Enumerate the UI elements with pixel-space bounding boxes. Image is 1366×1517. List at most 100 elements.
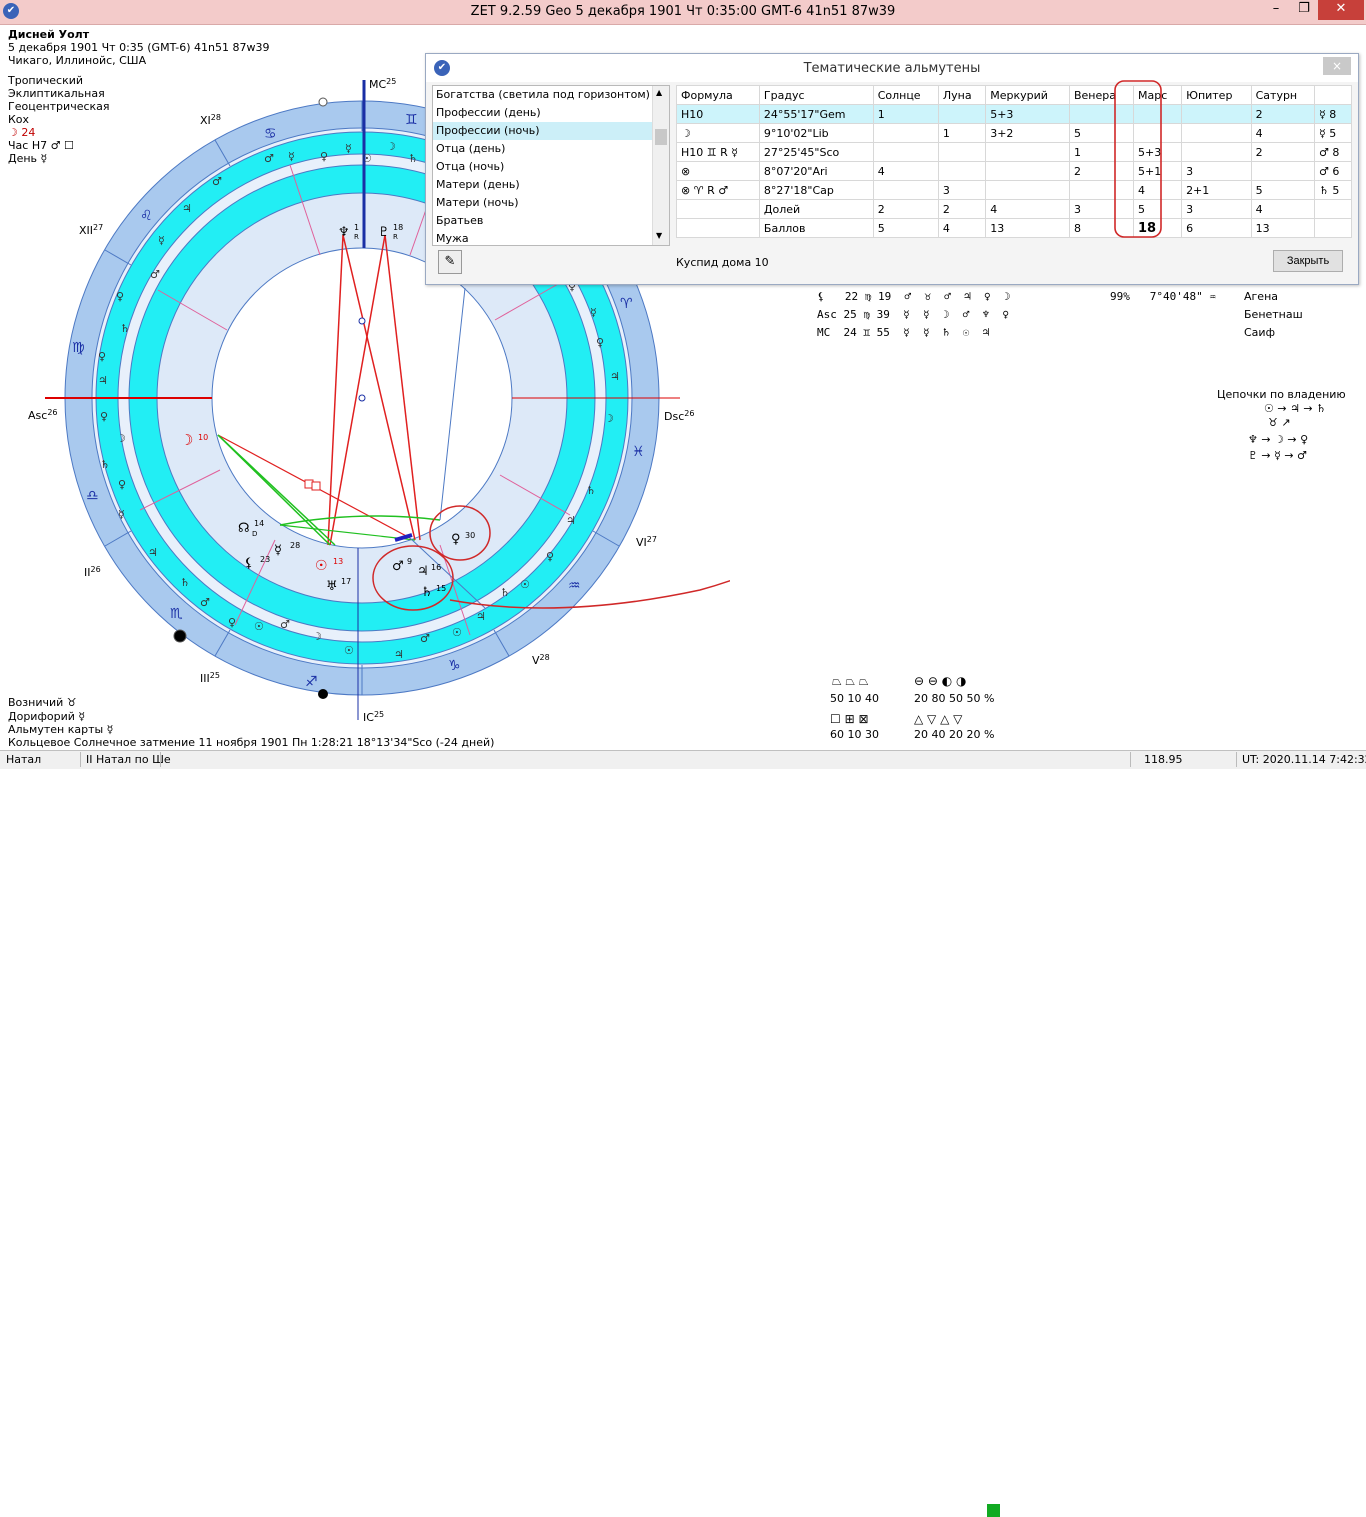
svg-text:☽: ☽ xyxy=(180,431,193,449)
svg-text:♈: ♈ xyxy=(620,296,633,312)
table-row[interactable]: ☽ 9°10'02"Lib 1 3+2 5 4 ☿ 5 xyxy=(676,123,1352,143)
dialog-status: Куспид дома 10 xyxy=(676,256,769,269)
svg-text:♃: ♃ xyxy=(148,546,158,559)
svg-text:♄: ♄ xyxy=(100,458,110,471)
list-item[interactable]: Мужа xyxy=(433,230,669,245)
svg-text:XI28: XI28 xyxy=(200,113,221,127)
svg-text:13: 13 xyxy=(333,557,343,566)
svg-text:9: 9 xyxy=(407,557,412,566)
close-dialog-button[interactable]: Закрыть xyxy=(1273,250,1343,272)
scroll-down-icon[interactable]: ▼ xyxy=(656,231,662,240)
list-item[interactable]: Матери (ночь) xyxy=(433,194,669,212)
svg-text:V28: V28 xyxy=(532,653,550,667)
svg-text:♄: ♄ xyxy=(586,484,596,497)
svg-text:♀: ♀ xyxy=(451,532,461,547)
svg-text:☉: ☉ xyxy=(315,558,328,574)
svg-text:♀: ♀ xyxy=(228,616,236,629)
cell xyxy=(1250,161,1316,181)
tools-icon[interactable]: ✎ xyxy=(438,250,462,274)
svg-text:IC25: IC25 xyxy=(363,710,384,724)
cell xyxy=(872,142,939,162)
svg-text:R: R xyxy=(354,233,359,241)
cell: 3+2 xyxy=(985,123,1070,143)
col-header: Градус xyxy=(758,85,874,105)
eclipse-info: Кольцевое Солнечное затмение 11 ноября 1… xyxy=(8,736,495,749)
dialog-close-icon[interactable]: × xyxy=(1323,57,1351,75)
svg-text:♒: ♒ xyxy=(568,578,581,594)
minimize-button[interactable]: – xyxy=(1262,0,1290,20)
table-row[interactable]: H10 ♊ R ☿ 27°25'45"Sco 1 5+3 2 ♂ 8 xyxy=(676,142,1352,162)
cell xyxy=(676,199,760,219)
svg-text:☉: ☉ xyxy=(344,644,354,657)
list-item[interactable]: Профессии (день) xyxy=(433,104,669,122)
svg-text:10: 10 xyxy=(198,433,208,442)
maximize-button[interactable]: ❐ xyxy=(1290,0,1318,20)
svg-text:♐: ♐ xyxy=(305,674,318,690)
svg-text:♀: ♀ xyxy=(98,350,106,363)
cell: 5 xyxy=(1250,180,1316,200)
cell: 5 xyxy=(872,218,939,238)
close-button[interactable]: ✕ xyxy=(1318,0,1364,20)
svg-text:♃: ♃ xyxy=(566,514,576,527)
svg-text:♃: ♃ xyxy=(610,370,620,383)
cell: 2+1 xyxy=(1181,180,1252,200)
scroll-thumb[interactable] xyxy=(655,129,667,145)
cell: 2 xyxy=(1250,104,1316,124)
cell: 8°07'20"Ari xyxy=(758,161,874,181)
topic-list[interactable]: Богатства (светила под горизонтом) Профе… xyxy=(432,85,670,246)
svg-text:♌: ♌ xyxy=(140,208,153,224)
stats-row-4: 20 40 20 20 % xyxy=(914,728,995,741)
col-header: Формула xyxy=(676,85,760,105)
svg-text:♃: ♃ xyxy=(182,202,192,215)
cell: 4 xyxy=(1250,199,1316,219)
svg-text:III25: III25 xyxy=(200,671,220,685)
table-row[interactable]: ⊗ ♈ R ♂ 8°27'18"Cap 3 4 2+1 5 ♄ 5 xyxy=(676,180,1352,200)
table-row[interactable]: Долей 2 2 4 3 5 3 4 xyxy=(676,199,1352,219)
svg-text:♋: ♋ xyxy=(264,126,277,142)
cell: ⊗ ♈ R ♂ xyxy=(676,180,760,200)
svg-text:♀: ♀ xyxy=(118,478,126,491)
svg-text:XII27: XII27 xyxy=(79,223,103,237)
cell: ⊗ xyxy=(676,161,760,181)
svg-text:♂: ♂ xyxy=(212,175,222,188)
table-row[interactable]: H10 24°55'17"Gem 1 5+3 2 ☿ 8 xyxy=(676,104,1352,124)
cell: 24°55'17"Gem xyxy=(758,104,874,124)
cell: 13 xyxy=(985,218,1070,238)
svg-text:♂: ♂ xyxy=(264,152,274,165)
col-header: Юпитер xyxy=(1181,85,1252,105)
svg-text:♏: ♏ xyxy=(170,606,183,622)
list-item[interactable]: Богатства (светила под горизонтом) xyxy=(433,86,669,104)
svg-text:☉: ☉ xyxy=(452,626,462,639)
list-item[interactable]: Матери (день) xyxy=(433,176,669,194)
fixed-star-name-1: Агена xyxy=(1244,290,1279,303)
svg-text:15: 15 xyxy=(436,584,446,593)
stats-row-1: 50 10 40 xyxy=(830,692,879,705)
dialog-titlebar[interactable]: ✔ Тематические альмутены × xyxy=(426,54,1358,82)
birth-data: 5 декабря 1901 Чт 0:35 (GMT-6) 41n51 87w… xyxy=(8,41,270,54)
cell xyxy=(937,104,987,124)
cell: Баллов xyxy=(758,218,874,238)
cell: 4 xyxy=(937,218,987,238)
svg-text:♑: ♑ xyxy=(448,658,461,674)
table-row[interactable]: Баллов 5 4 13 8 18 6 13 xyxy=(676,218,1352,238)
svg-text:♀: ♀ xyxy=(546,550,554,563)
fixed-star-row-2: Asc 25 ♍ 39 ☿ ☿ ☽ ♂ ♆ ♀ xyxy=(817,308,1010,321)
cell: 13 xyxy=(1250,218,1316,238)
table-row[interactable]: ⊗ 8°07'20"Ari 4 2 5+1 3 ♂ 6 xyxy=(676,161,1352,181)
list-item[interactable]: Братьев xyxy=(433,212,669,230)
scroll-up-icon[interactable]: ▲ xyxy=(656,88,662,97)
svg-text:☿: ☿ xyxy=(158,234,165,247)
list-item-selected[interactable]: Профессии (ночь) xyxy=(433,122,669,140)
list-item[interactable]: Отца (ночь) xyxy=(433,158,669,176)
fixed-star-name-3: Саиф xyxy=(1244,326,1275,339)
cell: ♄ 5 xyxy=(1314,180,1352,200)
fixed-star-row-1: ⚸ 22 ♍ 19 ♂ ♉ ♂ ♃ ♀ ☽ xyxy=(817,290,1011,303)
svg-text:☿: ☿ xyxy=(590,306,597,319)
fixed-star-name-2: Бенетнаш xyxy=(1244,308,1303,321)
stats-row-2: 20 80 50 50 % xyxy=(914,692,995,705)
svg-text:♂: ♂ xyxy=(392,559,404,574)
list-scrollbar[interactable]: ▲ ▼ xyxy=(652,86,669,245)
cell: ♂ 6 xyxy=(1314,161,1352,181)
cell: 9°10'02"Lib xyxy=(758,123,874,143)
list-item[interactable]: Отца (день) xyxy=(433,140,669,158)
